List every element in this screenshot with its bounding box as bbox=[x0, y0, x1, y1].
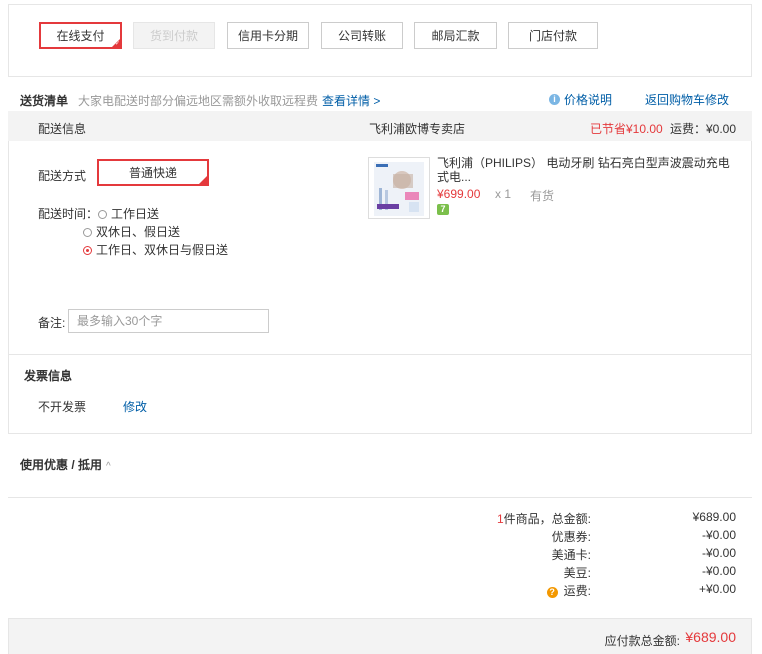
shipping-method-label: 配送方式 bbox=[38, 169, 87, 183]
invoice-title: 发票信息 bbox=[24, 369, 73, 383]
delivery-note: 大家电配送时部分偏远地区需额外收取远程费 bbox=[78, 94, 319, 108]
product-stock: 有货 bbox=[530, 189, 555, 203]
freight-text: 运费：¥0.00 bbox=[670, 122, 737, 136]
savings-text: 已节省¥10.00 bbox=[590, 122, 663, 136]
payable-value: ¥689.00 bbox=[685, 629, 736, 645]
seven-day-return-icon: 7 bbox=[437, 204, 449, 215]
invoice-value: 不开发票 bbox=[38, 400, 87, 414]
view-details-link[interactable]: 查看详情 > bbox=[322, 92, 380, 109]
pay-cod-button[interactable]: 货到付款 bbox=[133, 22, 215, 49]
invoice-edit-link[interactable]: 修改 bbox=[123, 398, 147, 415]
pay-company-transfer-button[interactable]: 公司转账 bbox=[321, 22, 403, 49]
back-to-cart-link[interactable]: 返回购物车修改 bbox=[645, 91, 729, 108]
summary-coupon-label: 优惠券: bbox=[551, 530, 591, 544]
invoice-section bbox=[8, 354, 752, 434]
product-name[interactable]: 飞利浦（PHILIPS） 电动牙刷 钻石亮白型声波震动充电式电... bbox=[437, 156, 737, 184]
pay-online-button[interactable]: 在线支付 ✓ bbox=[39, 22, 122, 49]
store-name: 飞利浦欧博专卖店 bbox=[369, 122, 466, 136]
summary-bean-value: -¥0.00 bbox=[701, 564, 736, 578]
chevron-up-icon: ^ bbox=[106, 461, 111, 472]
delivery-time-option-all[interactable]: 工作日、双休日与假日送 bbox=[83, 241, 228, 258]
info-icon: i bbox=[549, 94, 560, 105]
pay-installment-button[interactable]: 信用卡分期 bbox=[227, 22, 309, 49]
delivery-list-title: 送货清单 bbox=[20, 94, 69, 108]
summary-goods-label: 1件商品，总金额: bbox=[496, 512, 591, 526]
shipping-info-label: 配送信息 bbox=[38, 122, 87, 136]
selected-check-icon: ✓ bbox=[114, 41, 120, 47]
delivery-time-row-1: 配送时间： bbox=[38, 205, 98, 222]
summary-bean-label: 美豆: bbox=[563, 566, 591, 580]
summary-freight-value: +¥0.00 bbox=[698, 582, 736, 596]
coupon-toggle[interactable]: 使用优惠 / 抵用 ^ bbox=[20, 456, 111, 473]
summary-card-label: 美通卡: bbox=[551, 548, 591, 562]
question-icon[interactable]: ? bbox=[546, 587, 558, 598]
summary-freight-label: ? 运费: bbox=[546, 582, 591, 599]
radio-icon[interactable] bbox=[98, 210, 107, 219]
summary-goods-value: ¥689.00 bbox=[692, 510, 736, 524]
delivery-time-option-weekend[interactable]: 双休日、假日送 bbox=[83, 223, 180, 240]
product-image[interactable] bbox=[368, 157, 430, 219]
pay-store-button[interactable]: 门店付款 bbox=[508, 22, 598, 49]
payable-label: 应付款总金额: bbox=[604, 634, 680, 648]
product-price: ¥699.00 bbox=[437, 187, 481, 201]
toothbrush-box-image bbox=[369, 158, 429, 218]
delivery-time-label: 配送时间： bbox=[38, 207, 99, 221]
radio-checked-icon[interactable] bbox=[83, 246, 92, 255]
remark-label: 备注: bbox=[38, 316, 66, 330]
divider bbox=[8, 497, 752, 498]
delivery-time-option-weekday[interactable]: 工作日送 bbox=[98, 205, 159, 222]
remark-input[interactable] bbox=[68, 309, 269, 333]
radio-icon[interactable] bbox=[83, 228, 92, 237]
summary-coupon-value: -¥0.00 bbox=[701, 528, 736, 542]
summary-card-value: -¥0.00 bbox=[701, 546, 736, 560]
pay-postal-button[interactable]: 邮局汇款 bbox=[414, 22, 497, 49]
shipping-method-button[interactable]: 普通快递 bbox=[97, 159, 209, 186]
product-quantity: x 1 bbox=[495, 187, 512, 201]
price-info-link[interactable]: i 价格说明 bbox=[549, 91, 612, 108]
